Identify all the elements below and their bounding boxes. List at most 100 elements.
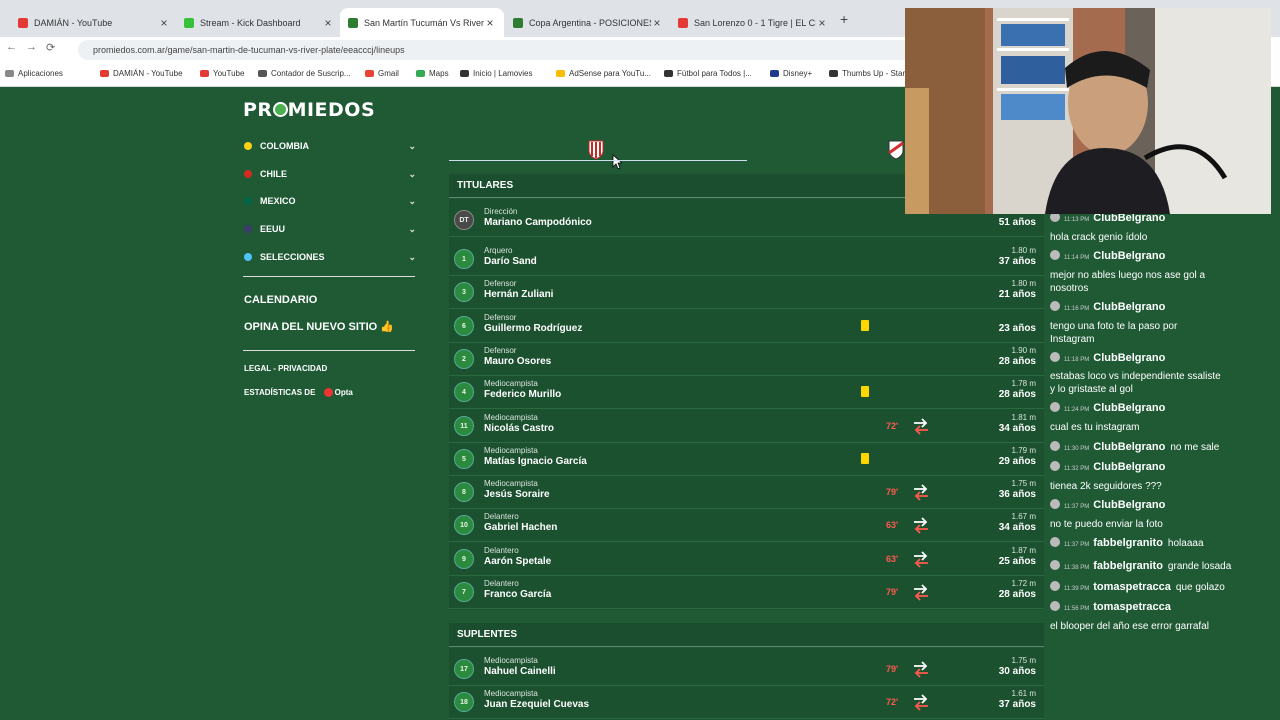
country-flag-icon (244, 253, 252, 261)
chat-username[interactable]: fabbelgranito (1093, 560, 1163, 572)
chat-text: cual es tu instagram (1050, 422, 1140, 433)
chat-text: nosotros (1050, 283, 1089, 294)
chat-username[interactable]: ClubBelgrano (1093, 402, 1165, 414)
nav-item-selecciones[interactable]: SELECCIONES ⌄ (244, 247, 416, 267)
player-name[interactable]: Juan Ezequiel Cuevas (484, 699, 589, 710)
nav-item-eeuu[interactable]: EEUU ⌄ (244, 219, 416, 239)
site-logo[interactable]: PR MIEDOS (243, 99, 375, 121)
player-row[interactable]: 18 Mediocampista Juan Ezequiel Cuevas 1.61 … (449, 685, 1044, 718)
player-name[interactable]: Nicolás Castro (484, 423, 554, 434)
player-position: Mediocampista (484, 479, 538, 489)
country-flag-icon (244, 170, 252, 178)
reload-icon[interactable]: ⟳ (46, 41, 55, 54)
opta-logo[interactable]: Opta (323, 388, 353, 397)
player-row[interactable]: 4 Mediocampista Federico Murillo 1.78 m 28 a… (449, 375, 1044, 408)
shirt-number: 11 (454, 415, 474, 436)
player-name[interactable]: Aarón Spetale (484, 556, 551, 567)
legal-row: LEGAL - PRIVACIDAD (244, 364, 327, 373)
river-plate-crest-icon[interactable] (888, 139, 904, 159)
legal-link[interactable]: LEGAL (244, 364, 271, 373)
chat-username[interactable]: fabbelgranito (1093, 537, 1163, 549)
back-icon[interactable]: ← (6, 41, 17, 53)
player-name[interactable]: Jesús Soraire (484, 489, 550, 500)
nav-item-colombia[interactable]: COLOMBIA ⌄ (244, 136, 416, 156)
chat-username[interactable]: ClubBelgrano (1093, 352, 1165, 364)
bookmark-item[interactable]: Fútbol para Todos |... (664, 69, 752, 78)
user-avatar-icon (1050, 560, 1060, 570)
player-name[interactable]: Darío Sand (484, 256, 537, 267)
player-row[interactable]: 17 Mediocampista Nahuel Cainelli 1.75 m 30 a… (449, 652, 1044, 685)
chat-username[interactable]: ClubBelgrano (1093, 499, 1165, 511)
player-age: 30 años (998, 666, 1036, 677)
user-avatar-icon (1050, 402, 1060, 412)
tab-title: San Martín Tucumán Vs River P (364, 17, 484, 28)
chat-username[interactable]: ClubBelgrano (1093, 461, 1165, 473)
opina-link[interactable]: OPINA DEL NUEVO SITIO 👍 (244, 320, 394, 333)
player-height: 1.79 m (1011, 445, 1036, 455)
player-name[interactable]: Franco García (484, 589, 551, 600)
browser-tab[interactable]: San Lorenzo 0 - 1 Tigre | EL CIC × (670, 8, 836, 37)
player-row[interactable]: 1 Arquero Darío Sand 1.80 m 37 años (449, 242, 1044, 275)
shirt-number: 6 (454, 315, 474, 336)
bookmark-item[interactable]: Contador de Suscrip... (258, 69, 351, 78)
player-row[interactable]: 8 Mediocampista Jesús Soraire 1.75 m 36 años… (449, 475, 1044, 508)
close-tab-icon[interactable]: × (322, 16, 334, 30)
nav-item-chile[interactable]: CHILE ⌄ (244, 164, 416, 184)
player-row[interactable]: 3 Defensor Hernán Zuliani 1.80 m 21 años (449, 275, 1044, 308)
substitution-icon (914, 551, 928, 568)
substitution-minute: 72' (886, 697, 899, 707)
close-tab-icon[interactable]: × (816, 16, 828, 30)
bookmark-item[interactable]: Thumbs Up - Star (829, 69, 905, 78)
browser-tab[interactable]: San Martín Tucumán Vs River P × (340, 8, 504, 37)
chat-username[interactable]: tomaspetracca (1093, 581, 1171, 593)
forward-icon[interactable]: → (26, 41, 37, 53)
chat-username[interactable]: tomaspetracca (1093, 601, 1171, 613)
chat-username[interactable]: ClubBelgrano (1093, 441, 1165, 453)
player-name[interactable]: Nahuel Cainelli (484, 666, 556, 677)
chat-message: 11:13 PM ClubBelgrano (1050, 212, 1165, 227)
nav-item-mexico[interactable]: MEXICO ⌄ (244, 191, 416, 211)
chat-message: 11:39 PM tomaspetracca que golazo (1050, 581, 1225, 596)
new-tab-button[interactable]: + (840, 11, 848, 27)
player-row[interactable]: 2 Defensor Mauro Osores 1.90 m 28 años (449, 342, 1044, 375)
player-row[interactable]: 6 Defensor Guillermo Rodríguez 23 años (449, 309, 1044, 342)
player-name[interactable]: Gabriel Hachen (484, 522, 557, 533)
bookmark-item[interactable]: Gmail (365, 69, 399, 78)
player-row[interactable]: 5 Mediocampista Matías Ignacio García 1.79 … (449, 442, 1044, 475)
bookmark-item[interactable]: YouTube (200, 69, 244, 78)
chat-username[interactable]: ClubBelgrano (1093, 301, 1165, 313)
bookmark-item[interactable]: AdSense para YouTu... (556, 69, 651, 78)
san-martin-crest-icon[interactable] (588, 139, 604, 159)
player-row[interactable]: 9 Delantero Aarón Spetale 1.87 m 25 años 63' (449, 542, 1044, 575)
close-tab-icon[interactable]: × (651, 16, 663, 30)
player-name[interactable]: Matías Ignacio García (484, 456, 587, 467)
bookmark-item[interactable]: Maps (416, 69, 449, 78)
browser-tab[interactable]: Stream - Kick Dashboard × (176, 8, 342, 37)
player-position: Dirección (484, 207, 518, 216)
close-tab-icon[interactable]: × (484, 16, 496, 30)
browser-tab[interactable]: DAMIÁN - YouTube × (10, 8, 178, 37)
bookmark-item[interactable]: Aplicaciones (5, 69, 63, 78)
substitution-minute: 79' (886, 487, 899, 498)
bookmark-item[interactable]: Inicio | Lamovies (460, 69, 532, 78)
player-position: Delantero (484, 512, 519, 522)
player-name[interactable]: Mariano Campodónico (484, 217, 592, 228)
player-row[interactable]: 11 Mediocampista Nicolás Castro 1.81 m 34 añ… (449, 409, 1044, 442)
player-row[interactable]: 10 Delantero Gabriel Hachen 1.67 m 34 años 63… (449, 508, 1044, 541)
row-divider (449, 718, 1044, 719)
bookmark-label: Contador de Suscrip... (271, 69, 351, 78)
player-age: 23 años (998, 322, 1036, 334)
player-position: Mediocampista (484, 412, 538, 422)
calendario-link[interactable]: CALENDARIO (244, 294, 317, 306)
player-row[interactable]: 7 Delantero Franco García 1.72 m 28 años 79' (449, 575, 1044, 608)
chat-username[interactable]: ClubBelgrano (1093, 250, 1165, 262)
browser-tab[interactable]: Copa Argentina - POSICIONES × (505, 8, 671, 37)
bookmark-item[interactable]: Disney+ (770, 69, 812, 78)
privacidad-link[interactable]: PRIVACIDAD (278, 364, 327, 373)
close-tab-icon[interactable]: × (158, 16, 170, 30)
player-name[interactable]: Guillermo Rodríguez (484, 323, 582, 334)
player-name[interactable]: Federico Murillo (484, 389, 561, 400)
player-name[interactable]: Hernán Zuliani (484, 289, 553, 300)
bookmark-item[interactable]: DAMIÁN - YouTube (100, 69, 183, 78)
player-name[interactable]: Mauro Osores (484, 356, 551, 367)
